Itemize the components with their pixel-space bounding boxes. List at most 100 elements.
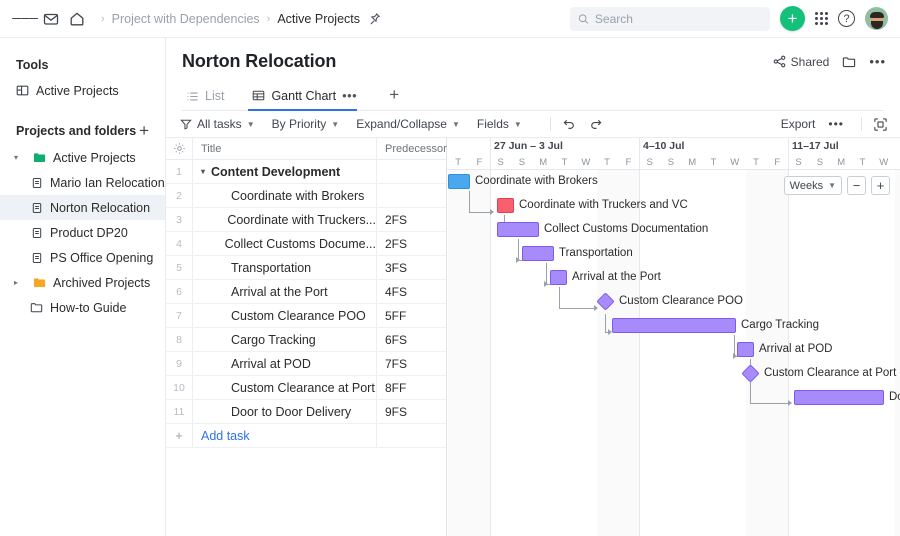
- table-row[interactable]: 4 Collect Customs Docume... 2FS: [166, 232, 446, 256]
- breadcrumb-item-1[interactable]: Active Projects: [277, 12, 360, 26]
- table-row[interactable]: 9 Arrival at POD 7FS: [166, 352, 446, 376]
- row-predecessors-cell[interactable]: 4FS: [376, 280, 446, 303]
- filter-by-priority[interactable]: By Priority ▼: [272, 117, 340, 131]
- breadcrumb-item-0[interactable]: Project with Dependencies: [112, 12, 260, 26]
- gantt-bar[interactable]: [612, 318, 736, 333]
- row-title-cell[interactable]: Door to Door Delivery: [192, 400, 376, 423]
- row-predecessors-cell[interactable]: 9FS: [376, 400, 446, 423]
- search-input[interactable]: [595, 12, 762, 26]
- pin-icon[interactable]: [368, 12, 381, 25]
- table-row[interactable]: 6 Arrival at the Port 4FS: [166, 280, 446, 304]
- row-title-cell[interactable]: Custom Clearance POO: [192, 304, 376, 327]
- dependency-link: [559, 287, 560, 309]
- row-title-cell[interactable]: Transportation: [192, 256, 376, 279]
- sidebar-item-active-projects-tool[interactable]: Active Projects: [0, 78, 165, 103]
- table-row[interactable]: 1 ▾ Content Development: [166, 160, 446, 184]
- gantt-bar-label: Custom Clearance POO: [619, 294, 743, 309]
- table-row[interactable]: 7 Custom Clearance POO 5FF: [166, 304, 446, 328]
- sidebar-item-mario-ian-relocation[interactable]: Mario Ian Relocation: [0, 170, 165, 195]
- redo-button[interactable]: [589, 117, 603, 131]
- filter-all-tasks[interactable]: All tasks ▼: [180, 117, 255, 131]
- sidebar-item-product-dp20[interactable]: Product DP20: [0, 220, 165, 245]
- chevron-down-icon[interactable]: ▾: [14, 153, 23, 162]
- project-more-button[interactable]: •••: [869, 54, 886, 69]
- table-row[interactable]: 11 Door to Door Delivery 9FS: [166, 400, 446, 424]
- gantt-bar[interactable]: [497, 198, 514, 213]
- sidebar-item-active-projects-folder[interactable]: ▾ Active Projects: [0, 145, 165, 170]
- row-title-cell[interactable]: ▾ Content Development: [192, 160, 376, 183]
- help-icon[interactable]: ?: [838, 10, 855, 27]
- app-body: Tools Active Projects Projects and folde…: [0, 38, 900, 536]
- export-button[interactable]: Export: [781, 117, 816, 131]
- table-row[interactable]: 5 Transportation 3FS: [166, 256, 446, 280]
- add-project-button[interactable]: +: [139, 122, 149, 139]
- sidebar-item-ps-office-opening[interactable]: PS Office Opening: [0, 245, 165, 270]
- app-root: › Project with Dependencies › Active Pro…: [0, 0, 900, 536]
- add-task-link[interactable]: Add task: [192, 424, 376, 447]
- move-to-folder-button[interactable]: [842, 55, 856, 69]
- avatar[interactable]: [865, 7, 888, 30]
- fields-menu[interactable]: Fields ▼: [477, 117, 522, 131]
- row-predecessors-cell[interactable]: 3FS: [376, 256, 446, 279]
- expand-collapse-menu[interactable]: Expand/Collapse ▼: [356, 117, 460, 131]
- row-predecessors-cell[interactable]: 6FS: [376, 328, 446, 351]
- gantt-bar[interactable]: [737, 342, 754, 357]
- row-predecessors-cell[interactable]: 8FF: [376, 376, 446, 399]
- gantt-bar[interactable]: [522, 246, 554, 261]
- dependency-link: [750, 403, 790, 404]
- filter-label: All tasks: [197, 117, 242, 131]
- row-predecessors-cell[interactable]: 2FS: [376, 232, 446, 255]
- fullscreen-button[interactable]: [873, 117, 888, 132]
- gantt-bar[interactable]: [550, 270, 567, 285]
- sidebar-item-norton-relocation[interactable]: Norton Relocation: [0, 195, 165, 220]
- tab-more-icon[interactable]: •••: [342, 88, 357, 103]
- share-button[interactable]: Shared: [773, 55, 830, 69]
- column-header-predecessors[interactable]: Predecessors: [376, 138, 446, 159]
- undo-button[interactable]: [562, 117, 576, 131]
- table-row[interactable]: 10 Custom Clearance at Port 8FF: [166, 376, 446, 400]
- row-predecessors-cell[interactable]: [376, 160, 446, 183]
- row-title-cell[interactable]: Custom Clearance at Port: [192, 376, 376, 399]
- zoom-in-button[interactable]: +: [871, 176, 890, 195]
- row-title-cell[interactable]: Cargo Tracking: [192, 328, 376, 351]
- row-title-cell[interactable]: Arrival at POD: [192, 352, 376, 375]
- gantt-bar[interactable]: [497, 222, 539, 237]
- gantt-bar[interactable]: [448, 174, 470, 189]
- tab-gantt-chart[interactable]: Gantt Chart •••: [248, 82, 367, 110]
- gantt-bar[interactable]: [794, 390, 884, 405]
- mail-icon[interactable]: [38, 6, 64, 32]
- row-predecessors-cell[interactable]: 2FS: [376, 208, 446, 231]
- row-predecessors-cell[interactable]: 7FS: [376, 352, 446, 375]
- project-icon: [30, 176, 43, 189]
- sidebar-item-how-to-guide[interactable]: How-to Guide: [0, 295, 165, 320]
- zoom-out-button[interactable]: −: [847, 176, 866, 195]
- zoom-level-select[interactable]: Weeks ▼: [784, 176, 842, 195]
- row-number: 1: [166, 166, 192, 178]
- global-search[interactable]: [570, 7, 770, 31]
- table-row[interactable]: 2 Coordinate with Brokers: [166, 184, 446, 208]
- home-icon[interactable]: [64, 6, 90, 32]
- sidebar-item-archived-projects[interactable]: ▸ Archived Projects: [0, 270, 165, 295]
- table-row[interactable]: 8 Cargo Tracking 6FS: [166, 328, 446, 352]
- tab-list[interactable]: List: [182, 83, 234, 110]
- row-predecessors-cell[interactable]: 5FF: [376, 304, 446, 327]
- menu-hamburger-icon[interactable]: [12, 6, 38, 32]
- column-settings-button[interactable]: [166, 142, 192, 155]
- row-title-cell[interactable]: Arrival at the Port: [192, 280, 376, 303]
- chevron-down-icon[interactable]: ▾: [201, 167, 205, 176]
- apps-grid-icon[interactable]: [815, 12, 828, 25]
- day-cell: S: [809, 154, 830, 170]
- table-row[interactable]: 3 Coordinate with Truckers... 2FS: [166, 208, 446, 232]
- row-title-cell[interactable]: Coordinate with Brokers: [192, 184, 376, 207]
- add-view-button[interactable]: +: [381, 82, 407, 110]
- toolbar-more-button[interactable]: •••: [828, 117, 844, 131]
- row-predecessors-cell[interactable]: [376, 184, 446, 207]
- chevron-right-icon[interactable]: ▸: [14, 278, 23, 287]
- add-task-row[interactable]: + Add task: [166, 424, 446, 448]
- create-new-button[interactable]: +: [780, 6, 805, 31]
- row-title-cell[interactable]: Coordinate with Truckers...: [192, 208, 376, 231]
- row-title-cell[interactable]: Collect Customs Docume...: [192, 232, 376, 255]
- day-cell: T: [448, 154, 469, 170]
- column-header-title[interactable]: Title: [192, 138, 376, 159]
- add-task-plus-icon[interactable]: +: [166, 428, 192, 443]
